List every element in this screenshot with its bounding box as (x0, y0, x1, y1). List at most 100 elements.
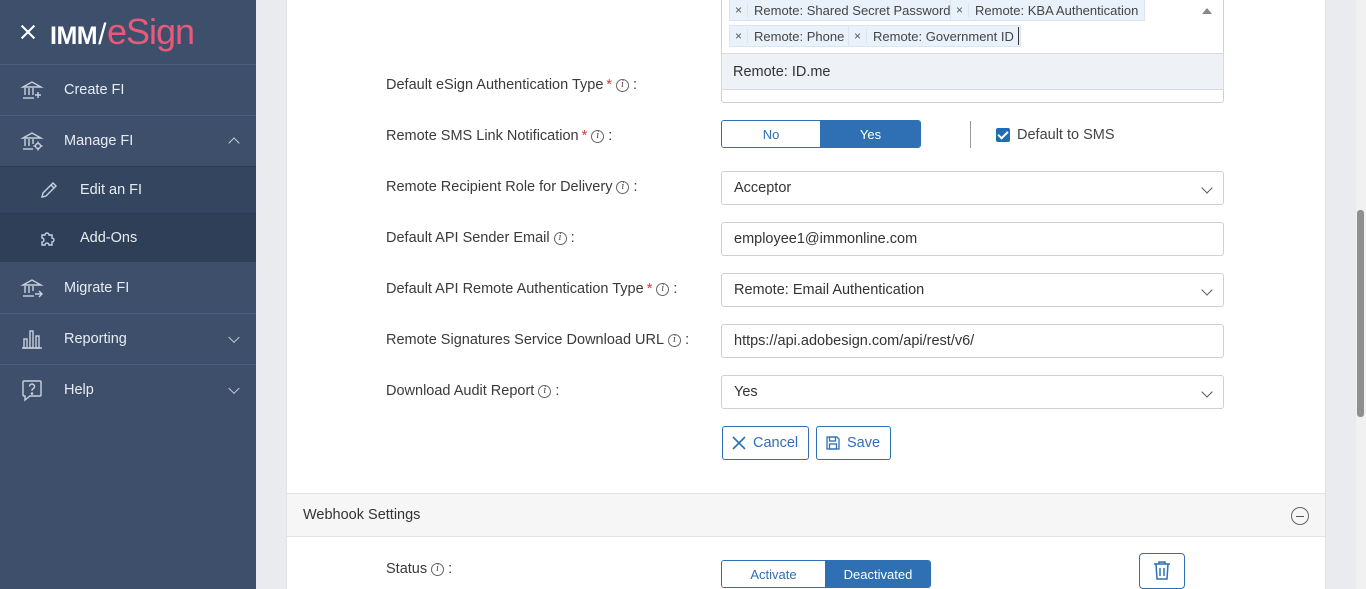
recipient-role-select[interactable]: Acceptor (721, 171, 1224, 205)
input-value: employee1@immonline.com (734, 231, 918, 247)
activate-button[interactable]: Activate (722, 561, 826, 587)
sms-label: Remote SMS Link Notification * i: (386, 128, 612, 144)
label-text: Download Audit Report (386, 383, 535, 399)
delete-button[interactable] (1139, 553, 1185, 589)
close-icon (731, 435, 747, 451)
status-label: Status i: (386, 561, 452, 577)
remove-tag-icon[interactable]: × (730, 29, 748, 43)
tag-label: Remote: Government ID (873, 28, 1014, 44)
sms-no-button[interactable]: No (722, 121, 821, 147)
default-sms-label: Default to SMS (1017, 127, 1115, 143)
sidebar-item-create-fi[interactable]: Create FI (0, 64, 256, 115)
sidebar: IMM / eSign Create FI Manage FI Edit an FI… (0, 0, 256, 589)
remove-tag-icon[interactable]: × (951, 3, 969, 17)
info-icon[interactable]: i (431, 562, 445, 576)
sidebar-item-manage-fi[interactable]: Manage FI (0, 115, 256, 166)
colon: : (685, 332, 690, 348)
save-label: Save (847, 435, 881, 451)
sidebar-item-label: Create FI (64, 82, 125, 98)
bar-chart-icon (20, 327, 44, 351)
sidebar-subitem-label: Edit an FI (80, 182, 143, 198)
select-value: Remote: Email Authentication (734, 282, 925, 298)
tag-label: Remote: Shared Secret Password (754, 2, 951, 18)
api-auth-label: Default API Remote Authentication Type * i… (386, 281, 677, 297)
chevron-down-icon (228, 331, 240, 344)
deactivated-button[interactable]: Deactivated (826, 561, 930, 587)
sidebar-item-migrate-fi[interactable]: Migrate FI (0, 262, 256, 313)
info-icon[interactable]: i (538, 384, 552, 398)
bank-plus-icon (20, 78, 44, 102)
option-label: Remote: ID.me (733, 63, 831, 80)
info-icon[interactable]: i (616, 180, 630, 194)
sidebar-item-label: Migrate FI (64, 279, 130, 296)
tag-kba: × Remote: KBA Authentication (950, 0, 1146, 21)
colon: : (570, 230, 575, 246)
download-url-input[interactable]: https://api.adobesign.com/api/rest/v6/ (721, 324, 1224, 358)
download-url-label: Remote Signatures Service Download URL i: (386, 332, 689, 348)
logo-esign: eSign (106, 11, 195, 52)
tag-government-id: × Remote: Government ID (848, 25, 1021, 47)
sidebar-item-label: Help (64, 382, 94, 398)
label-text: Default API Remote Authentication Type (386, 281, 644, 297)
divider (970, 121, 971, 148)
save-button[interactable]: Save (816, 426, 892, 460)
sidebar-subitem-add-ons[interactable]: Add-Ons (0, 214, 256, 262)
required-mark: * (581, 128, 588, 144)
collapse-icon[interactable] (1291, 507, 1309, 525)
sidebar-item-reporting[interactable]: Reporting (0, 313, 256, 364)
webhook-header[interactable]: Webhook Settings (286, 493, 1326, 537)
logo-imm: IMM (50, 22, 98, 50)
tag-phone: × Remote: Phone (729, 25, 852, 47)
sidebar-item-help[interactable]: Help (0, 364, 256, 415)
info-icon[interactable]: i (616, 78, 630, 92)
logo: IMM / eSign (50, 11, 195, 52)
info-icon[interactable]: i (591, 129, 605, 143)
label-text: Status (386, 561, 428, 577)
chevron-down-icon (228, 382, 240, 395)
api-auth-select[interactable]: Remote: Email Authentication (721, 273, 1224, 307)
label-text: Remote Signatures Service Download URL (386, 332, 665, 348)
cancel-button[interactable]: Cancel (722, 426, 810, 460)
caret-up-icon[interactable] (1202, 8, 1212, 14)
colon: : (555, 383, 560, 399)
chevron-down-icon (1201, 182, 1213, 194)
sidebar-header: IMM / eSign (0, 0, 256, 64)
colon: : (608, 128, 613, 144)
colon: : (448, 561, 453, 577)
sidebar-subitem-label: Add-Ons (80, 230, 138, 246)
remove-tag-icon[interactable]: × (849, 29, 867, 43)
info-icon[interactable]: i (553, 231, 567, 245)
colon: : (633, 179, 638, 195)
sidebar-item-label: Reporting (64, 331, 127, 347)
required-mark: * (606, 77, 613, 93)
scrollbar-thumb[interactable] (1357, 210, 1364, 417)
required-mark: * (646, 281, 653, 297)
recipient-role-label: Remote Recipient Role for Delivery i: (386, 179, 637, 195)
audit-label: Download Audit Report i: (386, 383, 559, 399)
sidebar-item-label: Manage FI (64, 133, 134, 149)
webhook-status-toggle: Activate Deactivated (721, 560, 931, 588)
default-sms-checkbox[interactable] (996, 128, 1010, 142)
chevron-up-icon (228, 137, 240, 149)
webhook-title: Webhook Settings (303, 507, 421, 523)
remove-tag-icon[interactable]: × (730, 3, 748, 17)
default-auth-label: Default eSign Authentication Type * i: (386, 77, 637, 93)
sms-yes-button[interactable]: Yes (821, 121, 920, 147)
close-icon[interactable] (18, 22, 38, 42)
save-icon (825, 435, 841, 451)
info-icon[interactable]: i (668, 333, 682, 347)
label-text: Remote SMS Link Notification (386, 128, 579, 144)
text-caret (1018, 27, 1019, 45)
cancel-label: Cancel (753, 435, 799, 451)
api-email-input[interactable]: employee1@immonline.com (721, 222, 1224, 256)
audit-select[interactable]: Yes (721, 375, 1224, 409)
sidebar-subitem-edit-fi[interactable]: Edit an FI (0, 166, 256, 214)
puzzle-icon (38, 227, 60, 249)
chevron-down-icon (1201, 284, 1213, 296)
label-text: Default eSign Authentication Type (386, 77, 604, 93)
info-icon[interactable]: i (656, 282, 670, 296)
dropdown-option-idme[interactable]: Remote: ID.me (721, 53, 1224, 90)
label-text: Default API Sender Email (386, 230, 550, 246)
colon: : (633, 77, 638, 93)
api-email-label: Default API Sender Email i: (386, 230, 575, 246)
